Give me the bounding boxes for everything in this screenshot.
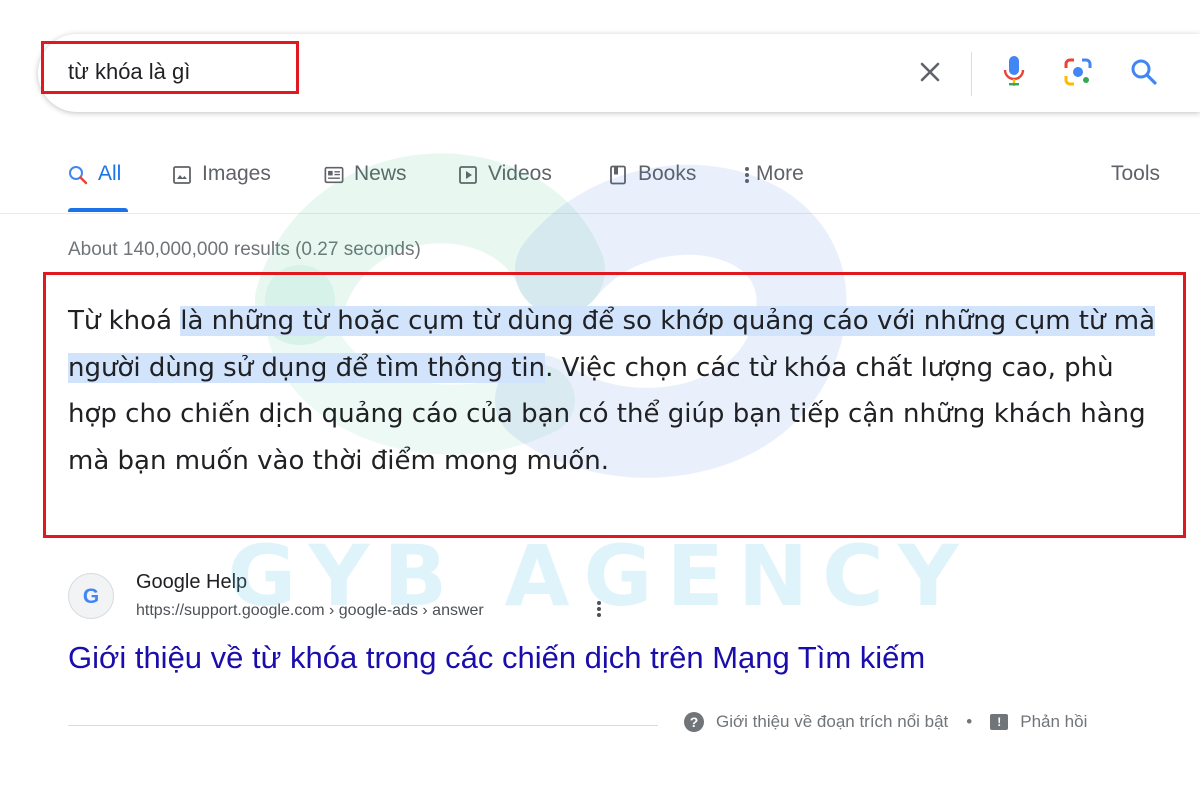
feedback-icon[interactable]: !: [990, 714, 1009, 730]
tab-label: All: [98, 162, 122, 185]
separator: •: [966, 712, 973, 731]
divider: [68, 725, 658, 726]
search-input[interactable]: từ khóa là gì: [68, 59, 190, 85]
snippet-footer: ? Giới thiệu về đoạn trích nổi bật • ! P…: [684, 712, 1087, 732]
tab-all[interactable]: All: [68, 162, 128, 212]
annotation-box-snippet: [43, 272, 1186, 538]
search-icon[interactable]: [1126, 54, 1162, 90]
tab-label: Videos: [488, 162, 552, 185]
tab-label: Books: [638, 162, 697, 185]
help-icon[interactable]: ?: [684, 712, 704, 732]
tab-books[interactable]: Books: [608, 162, 696, 212]
tab-news[interactable]: News: [324, 162, 407, 212]
book-icon: [608, 162, 628, 188]
tab-label: News: [354, 162, 407, 185]
google-g-icon: G: [83, 585, 99, 608]
tab-images[interactable]: Images: [172, 162, 271, 212]
result-title-link[interactable]: Giới thiệu về từ khóa trong các chiến dị…: [68, 640, 925, 676]
feedback-link[interactable]: Phản hồi: [1020, 712, 1087, 732]
active-tab-indicator: [68, 208, 128, 212]
tools-button[interactable]: Tools: [1111, 162, 1160, 186]
result-options-icon[interactable]: [596, 599, 602, 625]
tab-label: More: [756, 162, 804, 185]
result-stats: About 140,000,000 results (0.27 seconds): [68, 239, 421, 260]
image-icon: [172, 162, 192, 188]
svg-text:G: G: [83, 585, 99, 608]
site-favicon[interactable]: G: [68, 573, 114, 619]
camera-lens-icon[interactable]: [1060, 54, 1096, 90]
search-tabs: All Images News Videos Books More Tools: [0, 150, 1200, 214]
search-icon: [68, 162, 88, 188]
tab-videos[interactable]: Videos: [458, 162, 552, 212]
result-url[interactable]: https://support.google.com › google-ads …: [136, 602, 484, 620]
search-bar-divider: [971, 52, 972, 96]
about-featured-snippets-link[interactable]: Giới thiệu về đoạn trích nổi bật: [716, 712, 948, 732]
kebab-icon: [740, 162, 754, 188]
close-icon[interactable]: [912, 54, 948, 90]
tab-more[interactable]: More: [740, 162, 804, 212]
tab-label: Images: [202, 162, 271, 185]
play-icon: [458, 162, 478, 188]
newspaper-icon: [324, 162, 344, 188]
result-site-name[interactable]: Google Help: [136, 571, 247, 594]
microphone-icon[interactable]: [996, 54, 1032, 90]
